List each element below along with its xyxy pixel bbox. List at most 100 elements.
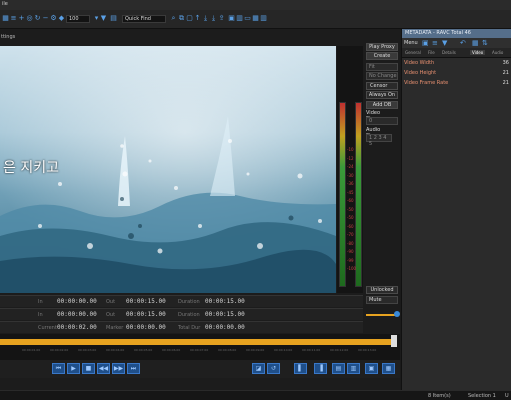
chart-icon[interactable]: ▥ <box>236 15 243 22</box>
panel-label: ttings <box>1 34 16 40</box>
total-duration-timecode[interactable]: 00:00:00.00 <box>205 324 245 331</box>
target-icon[interactable]: ◎ <box>26 15 33 22</box>
volume-slider-handle[interactable] <box>394 311 400 317</box>
metadata-row[interactable]: Video Frame Rate 21 <box>402 80 511 89</box>
tab-general[interactable]: General <box>405 50 421 55</box>
refresh-icon[interactable]: ↻ <box>34 15 41 22</box>
meter-scale: -10 -12 -24 -30 -36 -45 -60 -50 -50 -60 -70 -80 … <box>347 147 357 271</box>
mute-select[interactable]: Mute <box>366 296 398 304</box>
timecode-row-2: In 00:00:00.00 Out 00:00:15.00 Duration … <box>0 308 363 320</box>
view-icon[interactable]: ▤ <box>110 15 117 22</box>
out-timecode[interactable]: 00:00:15.00 <box>126 298 166 305</box>
go-to-start-icon[interactable]: ⏮ <box>52 363 65 374</box>
fullscreen-icon[interactable]: ▣ <box>365 363 378 374</box>
timeline-tick: 00:00:06.00 <box>162 348 181 352</box>
audio-meters: -10 -12 -24 -30 -36 -45 -60 -50 -50 -60 -70 -80 … <box>337 46 363 293</box>
metadata-row[interactable]: Video Height 21 <box>402 70 511 79</box>
in-timecode[interactable]: 00:00:00.00 <box>57 298 97 305</box>
aspect-select[interactable]: No Change <box>366 72 398 80</box>
list-view-icon[interactable]: ≡ <box>432 39 438 47</box>
settings-small-icon[interactable]: ▦ <box>382 363 395 374</box>
up-icon[interactable]: ↑ <box>194 15 201 22</box>
timeline-tick: 00:00:01.00 <box>22 348 41 352</box>
tab-video[interactable]: Video <box>470 50 486 55</box>
in-label: In <box>38 299 43 305</box>
window-icon[interactable]: ▭ <box>244 15 251 22</box>
chevron-down-icon[interactable]: ▾ <box>93 15 100 22</box>
clip-icon[interactable]: ▤ <box>332 363 345 374</box>
grid-icon[interactable]: ▦ <box>472 39 479 47</box>
metadata-title: METADATA - RAVC Total 46 <box>402 29 511 38</box>
item-count: 8 Item(s) <box>428 393 451 399</box>
timeline-tick: 00:00:07.00 <box>190 348 209 352</box>
audio-streams-select[interactable]: 1 2 3 4 5 <box>366 134 392 147</box>
paste-icon[interactable]: ▢ <box>186 15 193 22</box>
subtitle-text: 은 지키고 <box>3 160 59 176</box>
timeline-tick: 00:00:04.00 <box>106 348 125 352</box>
duration-label: Duration <box>178 312 200 318</box>
timeline-range-bar[interactable] <box>0 339 392 345</box>
metadata-row[interactable]: Video Width 36 <box>402 60 511 69</box>
current-timecode[interactable]: 00:00:02.00 <box>57 324 97 331</box>
copy-icon[interactable]: ⧉ <box>178 15 185 22</box>
censor-toggle[interactable]: Censor <box>366 82 398 90</box>
metadata-tabs: General File Details Video Audio <box>402 48 511 58</box>
tab-details[interactable]: Details <box>442 50 456 55</box>
settings-icon[interactable]: ⚙ <box>50 15 57 22</box>
timeline-tick: 00:00:03.00 <box>78 348 97 352</box>
panel-icon[interactable]: ▦ <box>252 15 259 22</box>
metadata-value: 36 <box>502 60 509 66</box>
fit-select[interactable]: Fit <box>366 63 398 71</box>
snapshot-icon[interactable]: ◪ <box>252 363 265 374</box>
go-to-end-icon[interactable]: ⏭ <box>127 363 140 374</box>
grid-icon[interactable]: ▦ <box>2 15 9 22</box>
undo-icon[interactable]: ↶ <box>460 39 466 47</box>
filter-icon[interactable]: ▼ <box>442 39 447 47</box>
stop-icon[interactable]: ■ <box>82 363 95 374</box>
in-timecode[interactable]: 00:00:00.00 <box>57 311 97 318</box>
add-icon[interactable]: + <box>18 15 25 22</box>
tab-file[interactable]: File <box>428 50 435 55</box>
mark-in-icon[interactable]: ▌ <box>294 363 307 374</box>
loop-icon[interactable]: ↺ <box>267 363 280 374</box>
create-button[interactable]: Create <box>366 52 398 60</box>
timeline[interactable]: 00:00:01.00 00:00:02.00 00:00:03.00 00:0… <box>0 334 400 360</box>
download-icon[interactable]: ⤓ <box>202 15 209 22</box>
window-title: ile <box>2 1 8 7</box>
search-icon[interactable]: ⌕ <box>170 15 177 22</box>
calendar-icon[interactable]: ▣ <box>228 15 235 22</box>
metadata-menu-button[interactable]: Menu <box>404 40 418 46</box>
unlocked-toggle[interactable]: Unlocked <box>366 286 398 294</box>
video-streams-select[interactable]: 0 <box>366 117 398 125</box>
zoom-select[interactable]: 100 <box>66 15 90 23</box>
metadata-value: 21 <box>502 80 509 86</box>
sort-icon[interactable]: ⇅ <box>482 39 488 47</box>
duration-timecode[interactable]: 00:00:15.00 <box>205 298 245 305</box>
rewind-icon[interactable]: ◀◀ <box>97 363 110 374</box>
export-icon[interactable]: ⇪ <box>218 15 225 22</box>
timeline-playhead[interactable] <box>391 335 397 347</box>
always-on-toggle[interactable]: Always On <box>366 91 398 99</box>
timeline-tick: 00:00:10.00 <box>274 348 293 352</box>
add-db-button[interactable]: Add DB <box>366 101 398 109</box>
minus-icon[interactable]: − <box>42 15 49 22</box>
export-clip-icon[interactable]: ▥ <box>347 363 360 374</box>
metadata-key: Video Frame Rate <box>404 80 449 86</box>
play-proxy-button[interactable]: Play Proxy <box>366 43 398 51</box>
marker-timecode[interactable]: 00:00:00.00 <box>126 324 166 331</box>
new-icon[interactable]: ▣ <box>422 39 429 47</box>
duration-timecode[interactable]: 00:00:15.00 <box>205 311 245 318</box>
out-timecode[interactable]: 00:00:15.00 <box>126 311 166 318</box>
fast-forward-icon[interactable]: ▶▶ <box>112 363 125 374</box>
list-icon[interactable]: ≡ <box>10 15 17 22</box>
tab-audio[interactable]: Audio <box>492 50 503 55</box>
filter-icon[interactable]: ▼ <box>100 15 107 22</box>
download-alt-icon[interactable]: ⤓ <box>210 15 217 22</box>
quick-find-input[interactable]: Quick Find <box>122 15 166 23</box>
status-right: U <box>505 393 509 399</box>
columns-icon[interactable]: ▥ <box>260 15 267 22</box>
mark-out-icon[interactable]: ▐ <box>314 363 327 374</box>
timeline-tick: 00:00:11.00 <box>302 348 321 352</box>
play-icon[interactable]: ▶ <box>67 363 80 374</box>
tag-icon[interactable]: ◆ <box>58 15 65 22</box>
